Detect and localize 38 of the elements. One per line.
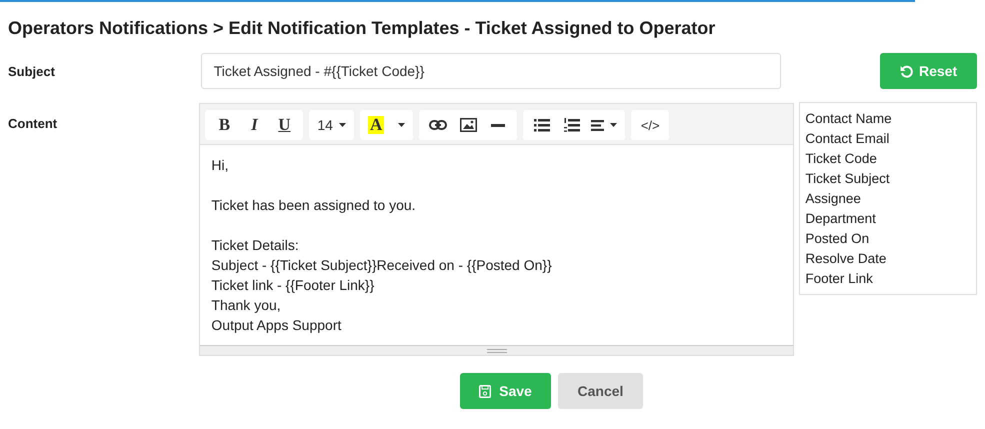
caret-icon [338,123,346,127]
subject-field[interactable]: Ticket Assigned - #{{Ticket Code}} [200,53,782,89]
link-icon [429,120,448,130]
text-color-button[interactable]: A [364,110,410,140]
variable-item[interactable]: Posted On [805,229,971,249]
rich-text-editor[interactable]: B I U 14 A </> Hi, Ticket has been assigned to you. Ticket Details: Subject - {{Ticket Subject}}Received on - {{Posted On}} Ticket link - {{Footer Link}} Thank you, Output Apps Support [199,103,794,356]
caret-icon [610,123,618,127]
cancel-button[interactable]: Cancel [558,373,643,409]
editor-text-line: Ticket has been assigned to you. [211,196,417,215]
variable-item[interactable]: Department [805,209,971,229]
image-icon [460,118,477,132]
underline-button[interactable]: U [269,110,300,140]
grip-icon [486,348,507,352]
field-label: Content [8,115,58,131]
numbered-list-icon [564,118,580,132]
variable-item[interactable]: Assignee [805,189,971,209]
bullet-list-icon [534,118,550,132]
variable-item[interactable]: Footer Link [805,269,971,289]
caret-icon [398,123,406,127]
editor-text-line: Output Apps Support [211,316,342,335]
editor-text-line: Thank you, [211,296,282,315]
editor-text-line: Subject - {{Ticket Subject}}Received on - {{Posted On}} [211,256,553,275]
font-size-dropdown[interactable]: 14 [313,110,350,140]
variable-item[interactable]: Resolve Date [805,249,971,269]
code-view-button[interactable]: </> [635,110,666,140]
variable-item[interactable]: Ticket Subject [805,169,971,189]
field-label: Subject [8,63,56,79]
bold-button[interactable]: B [209,110,240,140]
editor-text-line: Hi, [211,156,230,175]
editor-text-line: Ticket link - {{Footer Link}} [211,276,376,295]
variable-item[interactable]: Contact Email [805,129,971,149]
variable-item[interactable]: Ticket Code [805,149,971,169]
undo-icon [900,64,913,78]
italic-button[interactable]: I [239,110,270,140]
align-icon [591,120,604,130]
variable-item[interactable]: Contact Name [805,109,971,129]
page-title: Operators Notifications > Edit Notification Templates - Ticket Assigned to Operator [8,18,716,39]
editor-text-line: Ticket Details: [211,236,300,255]
